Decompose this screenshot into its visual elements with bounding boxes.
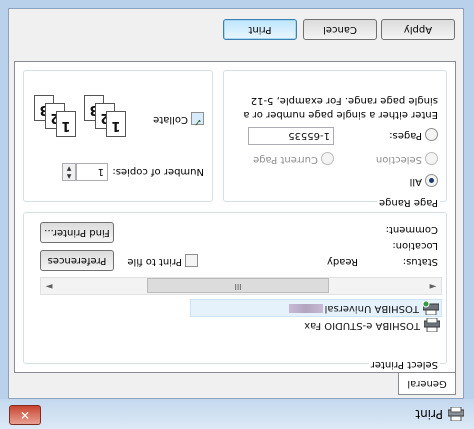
scroll-left-arrow[interactable]: ◄ — [425, 278, 441, 294]
window-title: Print — [415, 407, 443, 421]
printer-icon — [448, 407, 464, 421]
find-printer-button[interactable]: Find Printer... — [40, 222, 114, 243]
copies-spinner[interactable]: ▲ ▼ — [62, 163, 76, 181]
redacted-text — [288, 304, 323, 314]
print-to-file-label[interactable]: Print to file — [127, 256, 182, 267]
cancel-button[interactable]: Cancel — [303, 19, 377, 40]
preferences-button[interactable]: Preferences — [40, 250, 114, 271]
status-value: Ready — [326, 256, 358, 267]
spin-down-icon[interactable]: ▼ — [63, 164, 75, 172]
comment-label: Comment: — [385, 224, 438, 235]
spin-up-icon[interactable]: ▲ — [63, 172, 75, 180]
pages-input[interactable]: 1-65535 — [248, 127, 334, 145]
tab-general[interactable]: General — [398, 372, 456, 395]
current-page-label: Current Page — [253, 154, 318, 165]
printer-item[interactable]: TOSHIBA e-STUDIO Fax — [192, 317, 442, 333]
status-label: Status: — [402, 256, 438, 267]
pages-radio[interactable] — [425, 128, 438, 141]
current-page-radio[interactable] — [321, 152, 334, 165]
collate-label[interactable]: Collate — [153, 114, 188, 125]
printer-item-selected[interactable]: TOSHIBA Universal — [190, 299, 442, 317]
general-tab-panel: Select Printer TOSHIBA e-STUDIO Fax TOSH… — [14, 61, 456, 373]
select-printer-label: Select Printer — [368, 359, 440, 370]
dialog-buttons: Apply Cancel Print — [9, 9, 463, 54]
close-button[interactable]: ✕ — [9, 405, 41, 425]
apply-button[interactable]: Apply — [381, 19, 455, 40]
all-label[interactable]: All — [410, 176, 422, 187]
title-bar: Print ✕ — [0, 399, 474, 429]
fax-printer-icon — [424, 318, 440, 332]
print-dialog: Print ✕ General Select Printer TOSHIBA e… — [0, 0, 474, 429]
select-printer-group: Select Printer TOSHIBA e-STUDIO Fax TOSH… — [23, 212, 447, 370]
number-of-copies-label: Number of copies: — [112, 166, 204, 177]
printer-name: TOSHIBA Universal — [288, 300, 419, 316]
printer-list-scrollbar[interactable]: ◄ III ► — [40, 277, 442, 295]
page-range-hint: Enter either a single page number or a s… — [243, 95, 438, 120]
collate-checkmark: ✓ — [193, 116, 202, 127]
collate-page: 1 — [106, 111, 126, 137]
print-to-file-checkbox[interactable] — [185, 254, 198, 267]
all-radio[interactable] — [425, 174, 438, 187]
copies-input[interactable]: 1 — [76, 163, 108, 181]
scroll-right-arrow[interactable]: ► — [41, 278, 57, 294]
printer-name: TOSHIBA e-STUDIO Fax — [304, 320, 420, 331]
collate-page: 1 — [56, 111, 76, 137]
scroll-thumb[interactable]: III — [147, 278, 329, 293]
selection-radio[interactable] — [425, 152, 438, 165]
print-button[interactable]: Print — [223, 19, 297, 40]
selection-label: Selection — [375, 154, 422, 165]
location-label: Location: — [392, 240, 438, 251]
default-printer-icon — [423, 301, 439, 315]
dialog-client: General Select Printer TOSHIBA e-STUDIO … — [8, 8, 464, 399]
collate-illustration-icon: 3 2 1 3 2 1 — [26, 87, 126, 137]
page-range-label: Page Range — [376, 197, 440, 208]
copies-group: Number of copies: 1 ▲ ▼ ✓ Collate 3 2 1 … — [23, 70, 213, 202]
pages-label[interactable]: Pages: — [389, 130, 422, 141]
page-range-group: Page Range All Selection Current Page Pa… — [223, 70, 447, 208]
